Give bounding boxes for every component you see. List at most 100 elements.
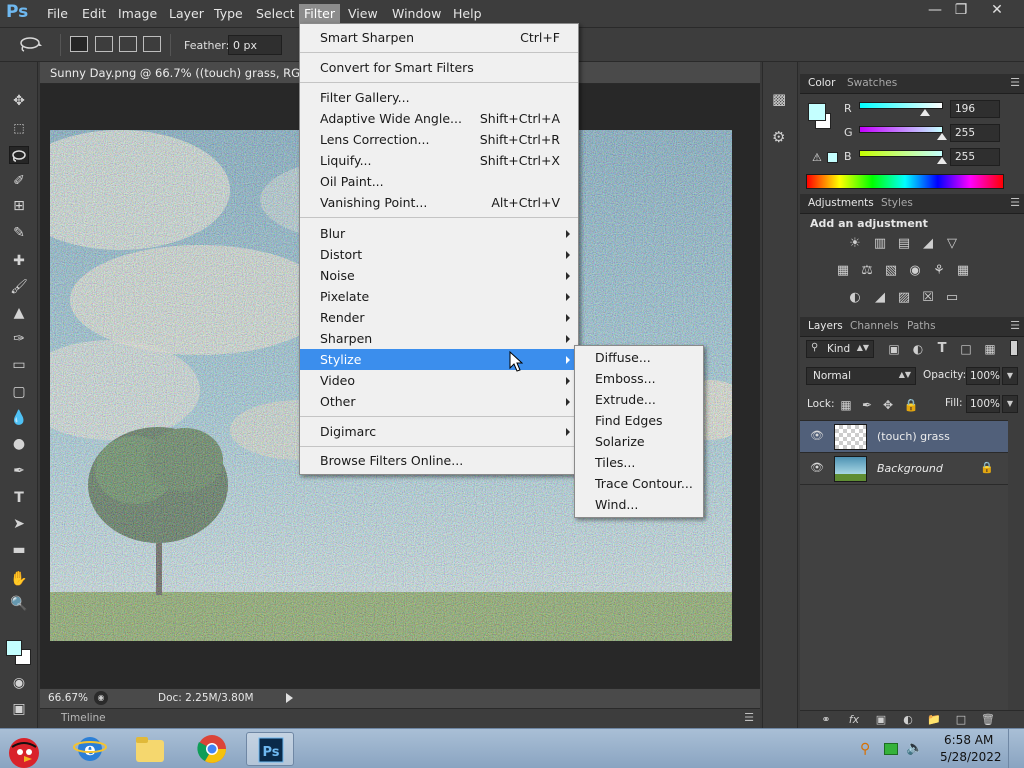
photo-filter-icon[interactable]: ◉: [907, 263, 923, 279]
menu-layer[interactable]: Layer: [169, 6, 204, 21]
layer-filter-kind-select[interactable]: ⚲ Kind ▲▼: [806, 340, 874, 358]
feather-input[interactable]: [228, 35, 282, 55]
curves-icon[interactable]: ▤: [896, 236, 912, 252]
properties-panel-icon[interactable]: ⚙: [772, 128, 785, 146]
menu-view[interactable]: View: [348, 6, 378, 21]
menu-item-render[interactable]: Render: [300, 307, 578, 328]
clock-date[interactable]: 5/28/2022: [940, 750, 1002, 764]
menu-item-adaptive-wide-angle[interactable]: Adaptive Wide Angle... Shift+Ctrl+A: [300, 108, 578, 129]
green-slider[interactable]: [859, 126, 943, 133]
healing-brush-tool-icon[interactable]: ✚: [9, 252, 29, 270]
menu-item-convert-smart-filters[interactable]: Convert for Smart Filters: [300, 57, 578, 78]
tab-channels[interactable]: Channels: [850, 320, 899, 332]
foreground-color-swatch[interactable]: [6, 640, 22, 656]
submenu-item-emboss[interactable]: Emboss...: [575, 368, 703, 389]
submenu-item-find-edges[interactable]: Find Edges: [575, 410, 703, 431]
layer-name[interactable]: Background: [877, 462, 943, 475]
blue-slider[interactable]: [859, 150, 943, 157]
menu-item-distort[interactable]: Distort: [300, 244, 578, 265]
timeline-menu-icon[interactable]: ☰: [744, 711, 754, 724]
color-spectrum-bar[interactable]: [806, 174, 1004, 189]
submenu-item-diffuse[interactable]: Diffuse...: [575, 347, 703, 368]
intersect-selection-icon[interactable]: [143, 36, 161, 52]
submenu-item-wind[interactable]: Wind...: [575, 494, 703, 515]
tab-swatches[interactable]: Swatches: [847, 77, 897, 89]
menu-item-sharpen[interactable]: Sharpen: [300, 328, 578, 349]
quick-selection-tool-icon[interactable]: ✐: [9, 172, 29, 190]
fill-dropdown-icon[interactable]: ▼: [1002, 395, 1018, 413]
tray-volume-icon[interactable]: 🔈: [906, 740, 923, 756]
menu-filter[interactable]: Filter: [299, 4, 340, 24]
lock-image-pixels-icon[interactable]: ✒: [859, 397, 875, 413]
fill-input[interactable]: 100%: [966, 395, 1000, 413]
lasso-tool-icon[interactable]: [9, 146, 29, 164]
close-icon[interactable]: ✕: [980, 0, 1014, 20]
tab-styles[interactable]: Styles: [881, 197, 913, 209]
new-layer-icon[interactable]: □: [953, 712, 969, 728]
path-selection-tool-icon[interactable]: ➤: [9, 515, 29, 533]
lock-transparency-icon[interactable]: ▦: [838, 397, 854, 413]
gradient-map-icon[interactable]: ▭: [944, 290, 960, 306]
brightness-contrast-icon[interactable]: ☀: [847, 236, 863, 252]
menu-item-blur[interactable]: Blur: [300, 223, 578, 244]
blur-tool-icon[interactable]: 💧: [9, 409, 29, 427]
menu-type[interactable]: Type: [214, 6, 243, 21]
opacity-input[interactable]: 100%: [966, 367, 1000, 385]
screen-mode-icon[interactable]: ▣: [9, 700, 29, 718]
layer-mask-icon[interactable]: ▣: [873, 712, 889, 728]
new-adjustment-layer-icon[interactable]: ◐: [900, 712, 916, 728]
layer-style-icon[interactable]: fx: [846, 712, 862, 728]
gradient-tool-icon[interactable]: ▢: [9, 383, 29, 401]
status-info-icon[interactable]: ◉: [94, 691, 108, 705]
photoshop-taskbar-icon[interactable]: Ps: [246, 732, 294, 766]
blend-mode-select[interactable]: Normal ▲▼: [806, 367, 916, 385]
tray-search-icon[interactable]: ⚲: [860, 741, 870, 757]
add-to-selection-icon[interactable]: [95, 36, 113, 52]
subtract-from-selection-icon[interactable]: [119, 36, 137, 52]
threshold-icon[interactable]: ▨: [896, 290, 912, 306]
menu-item-stylize[interactable]: Stylize: [300, 349, 578, 370]
levels-icon[interactable]: ▥: [872, 236, 888, 252]
menu-item-liquify[interactable]: Liquify... Shift+Ctrl+X: [300, 150, 578, 171]
menu-item-filter-gallery[interactable]: Filter Gallery...: [300, 87, 578, 108]
tab-color[interactable]: Color: [808, 77, 835, 89]
submenu-item-trace-contour[interactable]: Trace Contour...: [575, 473, 703, 494]
internet-explorer-icon[interactable]: e: [66, 732, 114, 766]
vibrance-icon[interactable]: ▽: [944, 236, 960, 252]
black-white-icon[interactable]: ▧: [883, 263, 899, 279]
eyedropper-tool-icon[interactable]: ✎: [9, 224, 29, 242]
zoom-tool-icon[interactable]: 🔍: [9, 595, 29, 613]
chrome-icon[interactable]: [188, 732, 236, 766]
menu-item-digimarc[interactable]: Digimarc: [300, 421, 578, 442]
zoom-level[interactable]: 66.67%: [48, 692, 88, 704]
lock-position-icon[interactable]: ✥: [880, 397, 896, 413]
color-balance-icon[interactable]: ⚖: [859, 263, 875, 279]
lock-all-icon[interactable]: 🔒: [903, 397, 919, 413]
menu-item-lens-correction[interactable]: Lens Correction... Shift+Ctrl+R: [300, 129, 578, 150]
timeline-tab[interactable]: Timeline: [61, 712, 106, 724]
submenu-item-solarize[interactable]: Solarize: [575, 431, 703, 452]
menu-item-oil-paint[interactable]: Oil Paint...: [300, 171, 578, 192]
move-tool-icon[interactable]: ✥: [9, 92, 29, 110]
eraser-tool-icon[interactable]: ▭: [9, 356, 29, 374]
clock-time[interactable]: 6:58 AM: [944, 733, 993, 747]
menu-help[interactable]: Help: [453, 6, 482, 21]
tray-network-icon[interactable]: [884, 743, 898, 755]
quick-mask-icon[interactable]: ◉: [9, 674, 29, 692]
link-layers-icon[interactable]: ⚭: [818, 712, 834, 728]
delete-layer-icon[interactable]: 🗑: [980, 712, 996, 728]
blue-value[interactable]: 255: [950, 148, 1000, 166]
red-value[interactable]: 196: [950, 100, 1000, 118]
menu-item-video[interactable]: Video: [300, 370, 578, 391]
blue-slider-thumb[interactable]: [937, 157, 947, 164]
clone-stamp-tool-icon[interactable]: ▲: [9, 304, 29, 322]
tab-paths[interactable]: Paths: [907, 320, 936, 332]
filter-shape-layers-icon[interactable]: □: [958, 341, 974, 357]
layers-panel-menu-icon[interactable]: ☰: [1010, 319, 1020, 332]
color-lookup-icon[interactable]: ▦: [955, 263, 971, 279]
tab-layers[interactable]: Layers: [808, 320, 843, 332]
filter-type-layers-icon[interactable]: T: [934, 341, 950, 357]
rectangle-tool-icon[interactable]: ▬: [9, 541, 29, 559]
submenu-item-extrude[interactable]: Extrude...: [575, 389, 703, 410]
menu-window[interactable]: Window: [392, 6, 441, 21]
